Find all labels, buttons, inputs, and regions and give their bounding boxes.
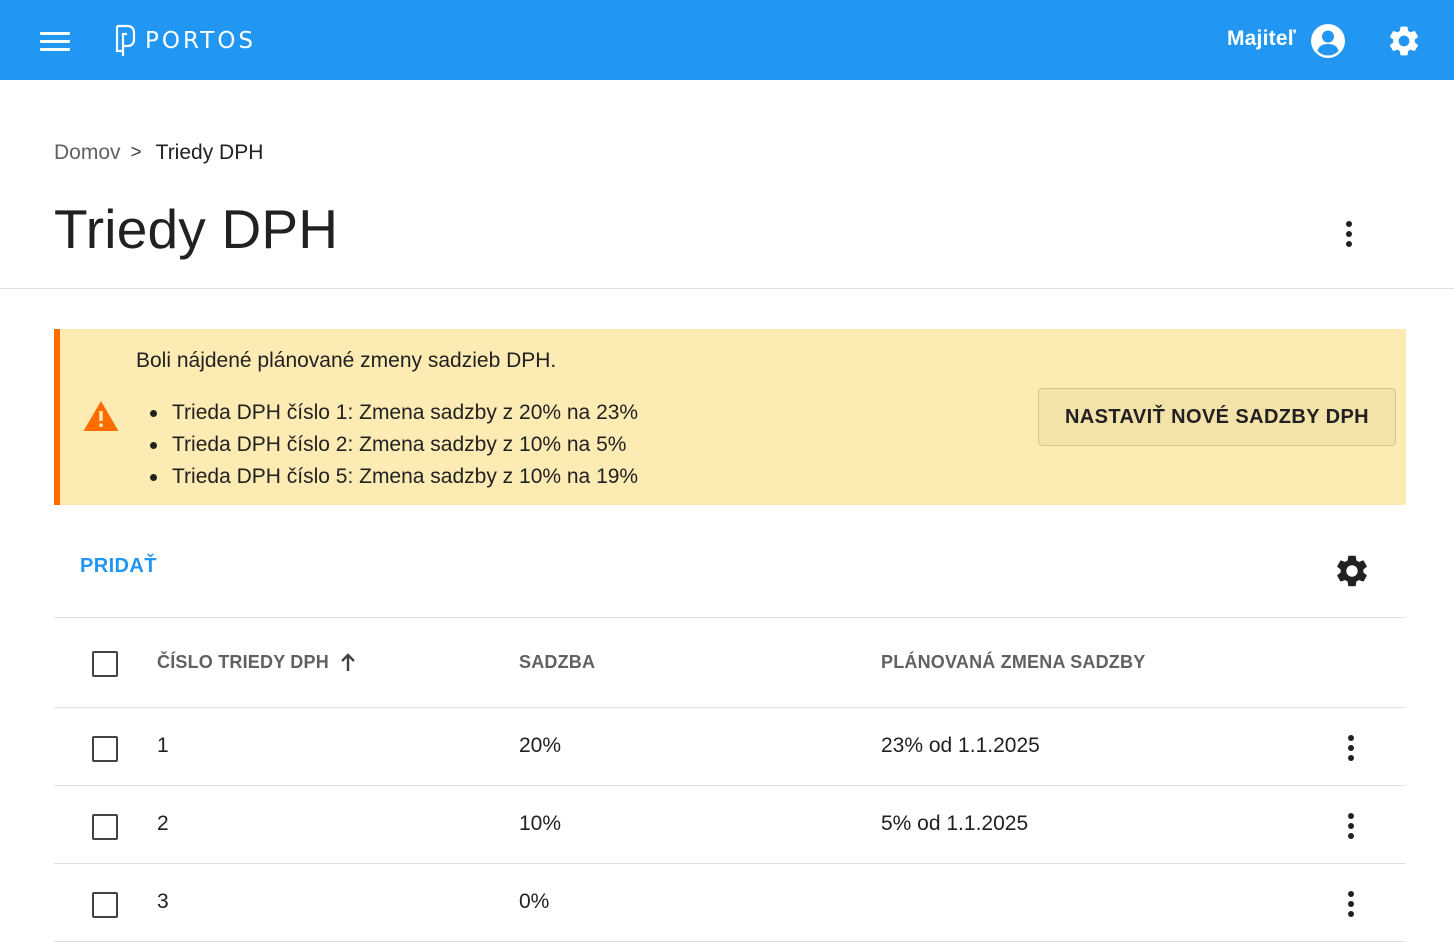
more-vert-icon[interactable] [1337, 730, 1365, 766]
cell-rate: 10% [519, 812, 562, 835]
table-settings-gear-icon[interactable] [1333, 552, 1371, 590]
cell-planned-change: 23% od 1.1.2025 [881, 734, 1040, 757]
column-header-rate[interactable]: SADZBA [519, 652, 595, 673]
cell-number: 2 [157, 812, 169, 835]
arrow-up-icon [341, 652, 355, 671]
column-header-planned-change[interactable]: PLÁNOVANÁ ZMENA SADZBY [881, 652, 1145, 673]
cell-rate: 0% [519, 890, 550, 913]
more-vert-icon[interactable] [1337, 808, 1365, 844]
portos-logo-icon [115, 24, 136, 56]
table-row[interactable]: 3 0% [54, 864, 1406, 942]
table-row[interactable]: 1 20% 23% od 1.1.2025 [54, 708, 1406, 786]
breadcrumb-current: Triedy DPH [155, 141, 264, 164]
user-role-label[interactable]: Majiteľ [1227, 27, 1296, 51]
brand-name: PORTOS [145, 28, 257, 54]
cell-number: 3 [157, 890, 169, 913]
cell-rate: 20% [519, 734, 562, 757]
vat-classes-table: ČÍSLO TRIEDY DPH SADZBA PLÁNOVANÁ ZMENA … [54, 618, 1406, 942]
menu-icon[interactable] [38, 26, 74, 54]
column-header-number[interactable]: ČÍSLO TRIEDY DPH [157, 652, 357, 673]
header-divider [0, 288, 1454, 289]
brand-logo[interactable]: PORTOS [114, 24, 256, 58]
cell-planned-change: 5% od 1.1.2025 [881, 812, 1029, 835]
row-checkbox[interactable] [92, 736, 118, 762]
gear-icon[interactable] [1386, 23, 1422, 59]
app-bar: PORTOS Majiteľ [0, 0, 1454, 80]
cell-number: 1 [157, 734, 169, 757]
add-button[interactable]: PRIDAŤ [66, 546, 171, 586]
breadcrumb: Domov > Triedy DPH [54, 141, 263, 165]
table-header-row: ČÍSLO TRIEDY DPH SADZBA PLÁNOVANÁ ZMENA … [54, 618, 1406, 708]
alert-list-item: Trieda DPH číslo 5: Zmena sadzby z 10% n… [149, 461, 638, 493]
account-circle-icon[interactable] [1310, 23, 1346, 59]
table-row[interactable]: 2 10% 5% od 1.1.2025 [54, 786, 1406, 864]
set-new-vat-rates-button[interactable]: NASTAVIŤ NOVÉ SADZBY DPH [1038, 388, 1396, 446]
row-checkbox[interactable] [92, 814, 118, 840]
alert-list-item: Trieda DPH číslo 2: Zmena sadzby z 10% n… [149, 429, 638, 461]
alert-title: Boli nájdené plánované zmeny sadzieb DPH… [136, 349, 557, 372]
more-vert-icon[interactable] [1337, 886, 1365, 922]
breadcrumb-home-link[interactable]: Domov [54, 141, 121, 165]
vat-change-alert: Boli nájdené plánované zmeny sadzieb DPH… [54, 329, 1406, 505]
warning-icon [83, 401, 119, 431]
page-title: Triedy DPH [54, 198, 339, 260]
breadcrumb-separator: > [130, 142, 142, 163]
alert-list-item: Trieda DPH číslo 1: Zmena sadzby z 20% n… [149, 397, 638, 429]
alert-list: Trieda DPH číslo 1: Zmena sadzby z 20% n… [149, 397, 638, 493]
column-header-label: ČÍSLO TRIEDY DPH [157, 652, 329, 672]
row-checkbox[interactable] [92, 892, 118, 918]
select-all-checkbox[interactable] [92, 651, 118, 677]
more-vert-icon[interactable] [1335, 216, 1363, 252]
